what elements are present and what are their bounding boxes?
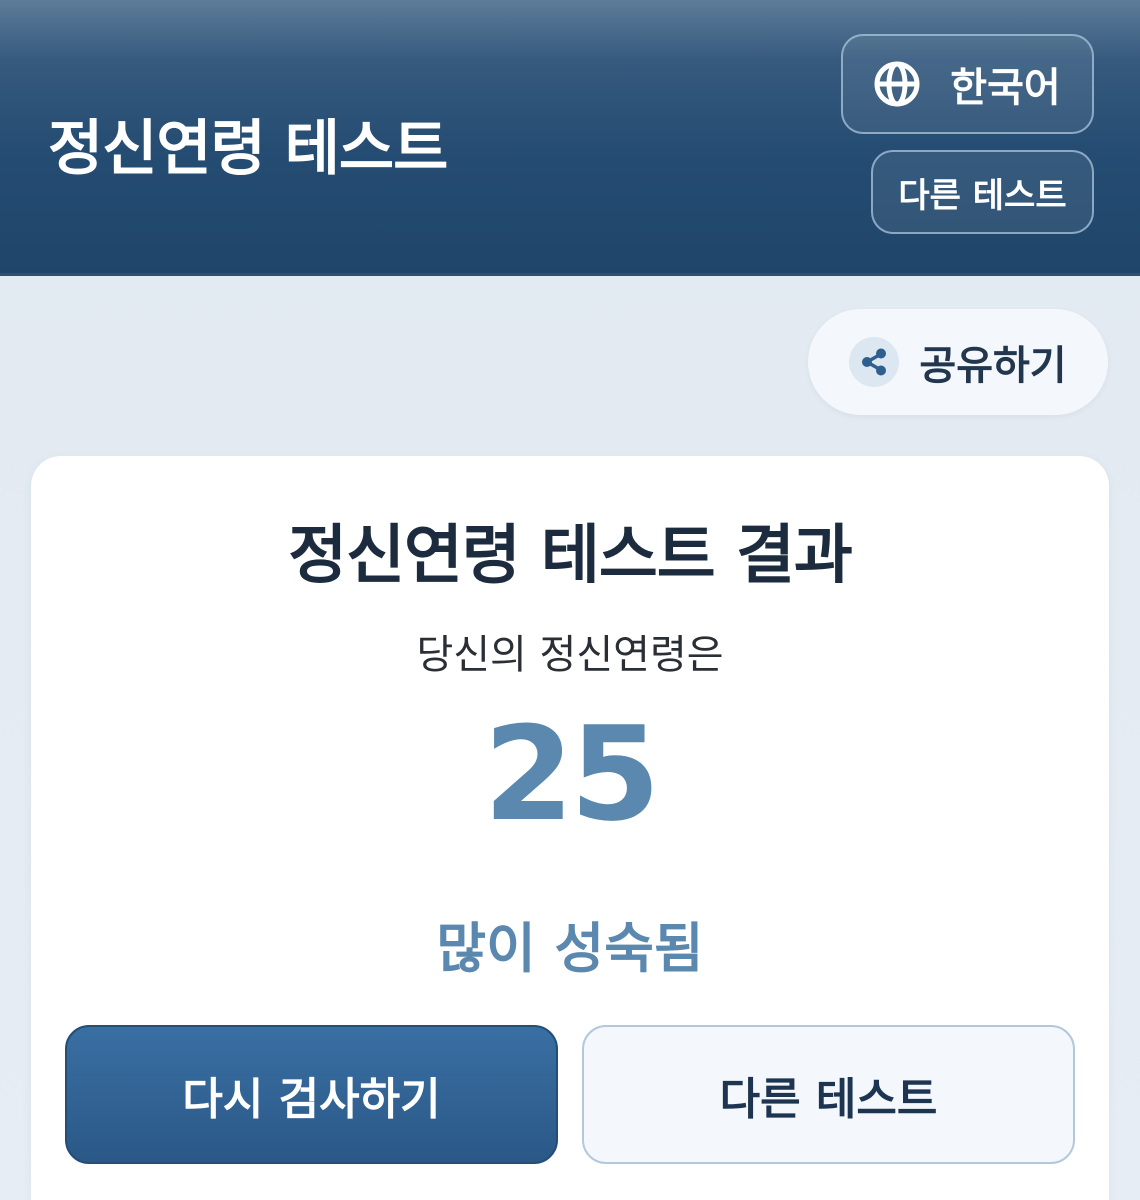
app-header: 정신연령 테스트 한국어 다른 테스트 bbox=[0, 0, 1140, 276]
result-level: 많이 성숙됨 bbox=[436, 917, 704, 980]
result-age: 25 bbox=[483, 698, 661, 850]
result-title: 정신연령 테스트 결과 bbox=[288, 519, 852, 593]
retry-button[interactable]: 다시 검사하기 bbox=[65, 1025, 558, 1164]
globe-icon bbox=[874, 61, 920, 107]
other-tests-button[interactable]: 다른 테스트 bbox=[582, 1025, 1075, 1164]
language-label: 한국어 bbox=[950, 65, 1061, 111]
result-subtitle: 당신의 정신연령은 bbox=[416, 632, 724, 678]
app-title: 정신연령 테스트 bbox=[48, 114, 448, 184]
share-label: 공유하기 bbox=[919, 343, 1067, 389]
header-other-tests-button[interactable]: 다른 테스트 bbox=[871, 150, 1094, 234]
language-button[interactable]: 한국어 bbox=[841, 34, 1094, 134]
share-button[interactable]: 공유하기 bbox=[808, 309, 1108, 415]
share-icon bbox=[849, 337, 900, 387]
